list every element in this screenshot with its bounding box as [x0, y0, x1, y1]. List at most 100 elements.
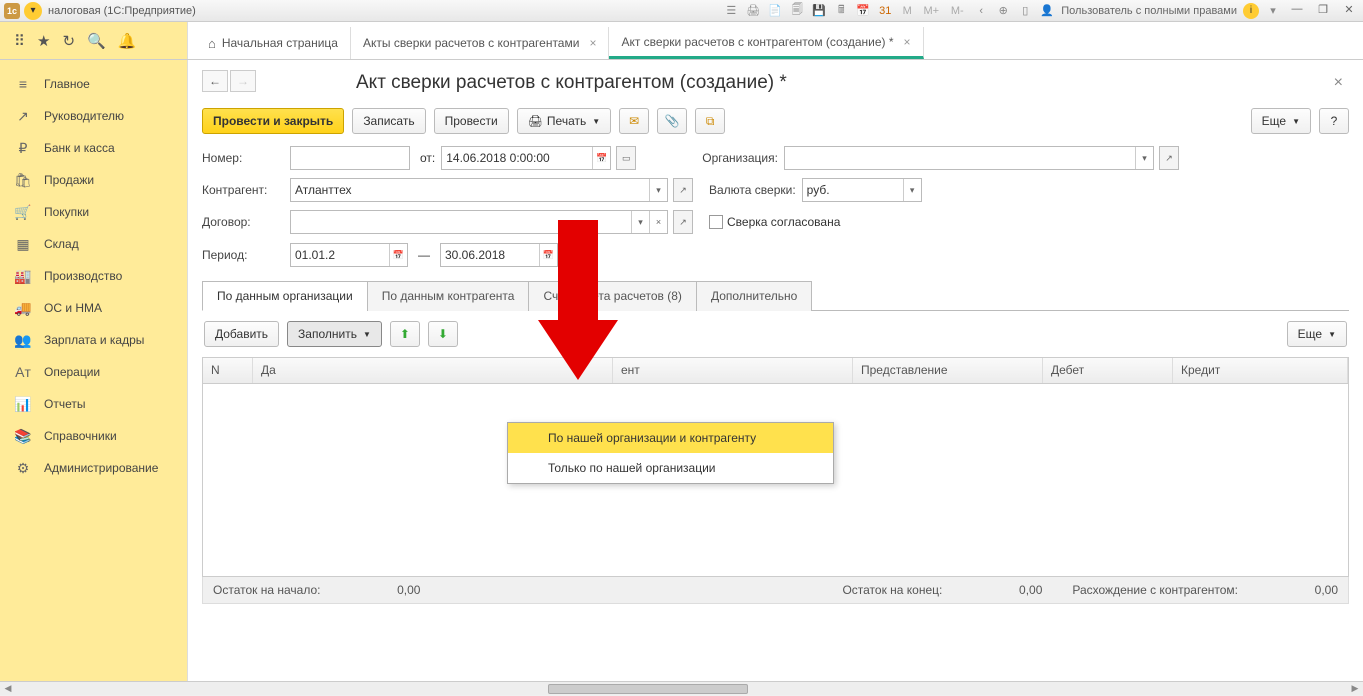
sidebar-item-reports[interactable]: 📊Отчеты — [0, 388, 187, 420]
chevron-down-icon[interactable]: ▾ — [903, 179, 921, 201]
period-select-button[interactable]: ... — [564, 242, 594, 268]
tab-home[interactable]: ⌂ Начальная страница — [196, 27, 351, 59]
chevron-down-icon: ▼ — [363, 330, 371, 339]
table-more-button[interactable]: Еще▼ — [1287, 321, 1347, 347]
sidebar-item-assets[interactable]: 🚚ОС и НМА — [0, 292, 187, 324]
sidebar-item-bank[interactable]: ₽Банк и касса — [0, 132, 187, 164]
horizontal-scrollbar[interactable]: ◀ ▶ — [0, 681, 1363, 695]
fill-button[interactable]: Заполнить▼ — [287, 321, 382, 347]
doc-tab-additional[interactable]: Дополнительно — [696, 281, 812, 311]
search-icon[interactable]: 🔍 — [87, 32, 106, 50]
more-button[interactable]: Еще▼ — [1251, 108, 1311, 134]
add-row-button[interactable]: Добавить — [204, 321, 279, 347]
agreed-checkbox-wrap[interactable]: Сверка согласована — [709, 215, 840, 229]
th-date[interactable]: Да — [253, 358, 613, 383]
chevron-down-icon[interactable]: ▾ — [631, 211, 649, 233]
fill-option-both[interactable]: По нашей организации и контрагенту — [508, 423, 833, 453]
sidebar-item-sales[interactable]: 🛍Продажи — [0, 164, 187, 196]
date-input[interactable]: 14.06.2018 0:00:00📅 — [441, 146, 611, 170]
mminus-icon[interactable]: M- — [947, 3, 967, 19]
toolbar-icon[interactable]: ☰ — [723, 3, 739, 19]
email-button[interactable]: ✉ — [619, 108, 649, 134]
counterparty-input[interactable]: Атланттех▾ — [290, 178, 668, 202]
tab-close-icon[interactable]: × — [904, 35, 911, 49]
attach-button[interactable]: 📎 — [657, 108, 687, 134]
th-doc[interactable]: ент — [613, 358, 853, 383]
th-credit[interactable]: Кредит — [1173, 358, 1348, 383]
close-button[interactable]: ✕ — [1339, 3, 1359, 19]
scroll-thumb[interactable] — [548, 684, 748, 694]
favorite-icon[interactable]: ★ — [37, 32, 50, 50]
doc-tab-accounts[interactable]: Счета учета расчетов (8) — [528, 281, 696, 311]
save-button[interactable]: Записать — [352, 108, 425, 134]
sidebar-item-manager[interactable]: ↗Руководителю — [0, 100, 187, 132]
back-icon[interactable]: ‹ — [973, 3, 989, 19]
move-up-button[interactable]: ⬆ — [390, 321, 420, 347]
calendar-icon[interactable]: 📅 — [389, 244, 407, 266]
period-from-input[interactable]: 01.01.2📅 — [290, 243, 408, 267]
doc-tab-org-data[interactable]: По данным организации — [202, 281, 368, 311]
th-n[interactable]: N — [203, 358, 253, 383]
submit-button[interactable]: Провести — [434, 108, 509, 134]
sidebar-item-admin[interactable]: ⚙Администрирование — [0, 452, 187, 484]
bell-icon[interactable]: 🔔 — [118, 32, 137, 50]
tab-close-icon[interactable]: × — [589, 36, 596, 50]
related-button[interactable]: ⧉ — [695, 108, 725, 134]
calc-icon[interactable]: 🖩 — [833, 3, 849, 19]
save-icon[interactable]: 💾 — [811, 3, 827, 19]
number-input[interactable] — [290, 146, 410, 170]
mplus-icon[interactable]: M+ — [921, 3, 941, 19]
move-down-button[interactable]: ⬇ — [428, 321, 458, 347]
sidebar-item-refs[interactable]: 📚Справочники — [0, 420, 187, 452]
date-ext-button[interactable]: ▭ — [616, 146, 636, 170]
zoom-icon[interactable]: ⊕ — [995, 3, 1011, 19]
nav-back-button[interactable]: ← — [202, 70, 228, 92]
contract-open-button[interactable]: ↗ — [673, 210, 693, 234]
counterparty-open-button[interactable]: ↗ — [673, 178, 693, 202]
currency-input[interactable]: руб.▾ — [802, 178, 922, 202]
info-icon[interactable]: i — [1243, 3, 1259, 19]
contract-input[interactable]: ▾× — [290, 210, 668, 234]
minimize-button[interactable]: — — [1287, 3, 1307, 19]
apps-icon[interactable]: ⠿ — [14, 32, 25, 50]
org-open-button[interactable]: ↗ — [1159, 146, 1179, 170]
calendar-icon[interactable]: 📅 — [592, 147, 610, 169]
compare-icon[interactable]: 🗐 — [789, 3, 805, 19]
dropdown-arrow-icon[interactable]: ▾ — [24, 2, 42, 20]
chevron-down-icon[interactable]: ▾ — [1135, 147, 1153, 169]
doc-tab-counterparty-data[interactable]: По данным контрагента — [367, 281, 530, 311]
tab-acts-list[interactable]: Акты сверки расчетов с контрагентами × — [351, 27, 609, 59]
sidebar-item-main[interactable]: ≡Главное — [0, 68, 187, 100]
fill-option-org-only[interactable]: Только по нашей организации — [508, 453, 833, 483]
scroll-right-icon[interactable]: ▶ — [1347, 682, 1363, 696]
cal31-icon[interactable]: 31 — [877, 3, 893, 19]
tab-act-create[interactable]: Акт сверки расчетов с контрагентом (созд… — [609, 27, 923, 59]
sidebar-item-purchases[interactable]: 🛒Покупки — [0, 196, 187, 228]
sidebar-item-warehouse[interactable]: ▦Склад — [0, 228, 187, 260]
dropdown-icon[interactable]: ▾ — [1265, 3, 1281, 19]
m-icon[interactable]: M — [899, 3, 915, 19]
th-debit[interactable]: Дебет — [1043, 358, 1173, 383]
calendar-icon[interactable]: 📅 — [539, 244, 557, 266]
print-button[interactable]: 🖨Печать▼ — [517, 108, 611, 134]
scroll-left-icon[interactable]: ◀ — [0, 682, 16, 696]
clear-icon[interactable]: × — [649, 211, 667, 233]
checkbox-icon[interactable] — [709, 215, 723, 229]
history-icon[interactable]: ↻ — [62, 32, 75, 50]
org-input[interactable]: ▾ — [784, 146, 1154, 170]
panel-icon[interactable]: ▯ — [1017, 3, 1033, 19]
calendar-icon[interactable]: 📅 — [855, 3, 871, 19]
th-repr[interactable]: Представление — [853, 358, 1043, 383]
period-to-input[interactable]: 30.06.2018📅 — [440, 243, 558, 267]
doc-icon[interactable]: 📄 — [767, 3, 783, 19]
print-icon[interactable]: 🖨 — [745, 3, 761, 19]
page-close-button[interactable]: × — [1328, 74, 1349, 92]
help-button[interactable]: ? — [1319, 108, 1349, 134]
nav-forward-button[interactable]: → — [230, 70, 256, 92]
sidebar-item-production[interactable]: 🏭Производство — [0, 260, 187, 292]
sidebar-item-operations[interactable]: AᴛОперации — [0, 356, 187, 388]
chevron-down-icon[interactable]: ▾ — [649, 179, 667, 201]
restore-button[interactable]: ❐ — [1313, 3, 1333, 19]
sidebar-item-hr[interactable]: 👥Зарплата и кадры — [0, 324, 187, 356]
submit-close-button[interactable]: Провести и закрыть — [202, 108, 344, 134]
